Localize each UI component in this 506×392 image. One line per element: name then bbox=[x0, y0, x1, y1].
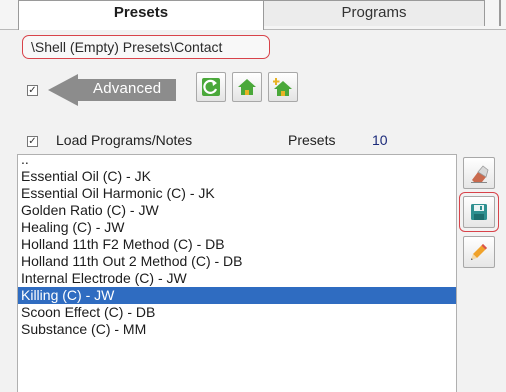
list-item[interactable]: Golden Ratio (C) - JW bbox=[18, 202, 456, 219]
eraser-icon bbox=[471, 165, 489, 183]
save-highlight-outline bbox=[459, 192, 499, 232]
load-programs-label: Load Programs/Notes bbox=[56, 132, 193, 148]
list-item[interactable]: Essential Oil (C) - JK bbox=[18, 168, 456, 185]
advanced-label: Advanced bbox=[93, 80, 162, 97]
home-icon bbox=[238, 79, 256, 95]
list-item[interactable]: Scoon Effect (C) - DB bbox=[18, 304, 456, 321]
list-item[interactable]: Holland 11th Out 2 Method (C) - DB bbox=[18, 253, 456, 270]
pencil-icon bbox=[471, 244, 487, 260]
list-item[interactable]: Holland 11th F2 Method (C) - DB bbox=[18, 236, 456, 253]
breadcrumb: \Shell (Empty) Presets\Contact bbox=[22, 35, 270, 59]
clear-button[interactable] bbox=[463, 157, 495, 189]
tab-divider bbox=[499, 0, 501, 26]
presets-list[interactable]: .. Essential Oil (C) - JK Essential Oil … bbox=[17, 154, 457, 392]
list-item[interactable]: Internal Electrode (C) - JW bbox=[18, 270, 456, 287]
list-item-parent[interactable]: .. bbox=[18, 155, 456, 168]
list-item[interactable]: Essential Oil Harmonic (C) - JK bbox=[18, 185, 456, 202]
tab-presets[interactable]: Presets bbox=[18, 0, 264, 30]
refresh-icon bbox=[202, 78, 220, 96]
home-button[interactable] bbox=[232, 72, 262, 102]
home-plus-icon bbox=[273, 78, 292, 96]
list-item[interactable]: Healing (C) - JW bbox=[18, 219, 456, 236]
refresh-button[interactable] bbox=[196, 72, 226, 102]
home-plus-button[interactable] bbox=[268, 72, 298, 102]
presets-count-value: 10 bbox=[372, 132, 388, 148]
advanced-checkbox[interactable]: ✓ bbox=[27, 85, 38, 96]
tab-bar: Presets Programs bbox=[0, 0, 506, 30]
load-programs-checkbox[interactable]: ✓ bbox=[27, 136, 38, 147]
advanced-button[interactable]: Advanced bbox=[48, 72, 178, 108]
list-item-selected[interactable]: Killing (C) - JW bbox=[18, 287, 456, 304]
list-item[interactable]: Substance (C) - MM bbox=[18, 321, 456, 338]
edit-button[interactable] bbox=[463, 236, 495, 268]
tab-programs[interactable]: Programs bbox=[263, 0, 485, 26]
presets-count-label: Presets bbox=[288, 132, 336, 148]
presets-panel: Presets Programs \Shell (Empty) Presets\… bbox=[0, 0, 506, 392]
